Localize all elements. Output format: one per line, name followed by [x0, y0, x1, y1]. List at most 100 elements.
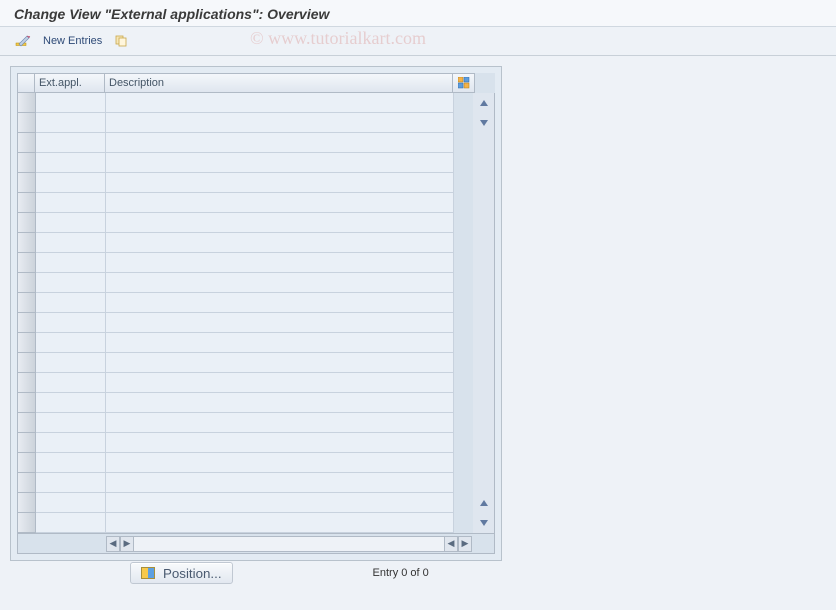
cell-description[interactable]: [106, 193, 454, 213]
row-selector[interactable]: [18, 373, 36, 393]
scroll-left-step-button[interactable]: ◀: [444, 536, 458, 552]
table-row: [36, 253, 473, 273]
position-icon: [141, 567, 155, 579]
cell-description[interactable]: [106, 413, 454, 433]
table-row: [36, 153, 473, 173]
cell-ext-appl[interactable]: [36, 293, 106, 313]
row-selector[interactable]: [18, 193, 36, 213]
table-row: [36, 373, 473, 393]
cell-ext-appl[interactable]: [36, 493, 106, 513]
scroll-right-step-button[interactable]: ▶: [120, 536, 134, 552]
position-button-label: Position...: [163, 566, 222, 581]
cell-description[interactable]: [106, 373, 454, 393]
column-header-description[interactable]: Description: [105, 73, 453, 93]
row-selector[interactable]: [18, 273, 36, 293]
cell-description[interactable]: [106, 313, 454, 333]
cell-description[interactable]: [106, 353, 454, 373]
row-selector[interactable]: [18, 133, 36, 153]
row-selector[interactable]: [18, 173, 36, 193]
table-row: [36, 493, 473, 513]
select-all-header[interactable]: [17, 73, 35, 93]
row-selector[interactable]: [18, 253, 36, 273]
vertical-scrollbar[interactable]: [473, 93, 495, 533]
cell-ext-appl[interactable]: [36, 313, 106, 333]
cell-description[interactable]: [106, 93, 454, 113]
cell-ext-appl[interactable]: [36, 413, 106, 433]
table-row: [36, 333, 473, 353]
row-selector[interactable]: [18, 433, 36, 453]
cell-description[interactable]: [106, 153, 454, 173]
horizontal-scroll-track[interactable]: [134, 536, 444, 552]
cell-description[interactable]: [106, 473, 454, 493]
cell-description[interactable]: [106, 133, 454, 153]
cell-ext-appl[interactable]: [36, 153, 106, 173]
cell-description[interactable]: [106, 293, 454, 313]
cell-description[interactable]: [106, 513, 454, 533]
cell-description[interactable]: [106, 213, 454, 233]
row-selector[interactable]: [18, 493, 36, 513]
scroll-down-step-button[interactable]: [474, 113, 494, 133]
scroll-right-button[interactable]: ▶: [458, 536, 472, 552]
copy-button[interactable]: [109, 31, 133, 51]
cell-ext-appl[interactable]: [36, 193, 106, 213]
cell-description[interactable]: [106, 253, 454, 273]
cell-ext-appl[interactable]: [36, 253, 106, 273]
table-settings-icon: [458, 77, 470, 89]
scroll-up-step-button[interactable]: [474, 493, 494, 513]
cell-description[interactable]: [106, 233, 454, 253]
column-header-ext-appl[interactable]: Ext.appl.: [35, 73, 105, 93]
cell-ext-appl[interactable]: [36, 273, 106, 293]
scroll-down-button[interactable]: [474, 513, 494, 533]
row-selector[interactable]: [18, 213, 36, 233]
cell-ext-appl[interactable]: [36, 433, 106, 453]
row-selector[interactable]: [18, 513, 36, 533]
table-row: [36, 273, 473, 293]
row-selector[interactable]: [18, 353, 36, 373]
row-selector[interactable]: [18, 113, 36, 133]
row-selector[interactable]: [18, 293, 36, 313]
table-panel: Ext.appl. Description: [10, 66, 502, 561]
cell-description[interactable]: [106, 333, 454, 353]
cell-description[interactable]: [106, 493, 454, 513]
cell-ext-appl[interactable]: [36, 233, 106, 253]
row-selector[interactable]: [18, 393, 36, 413]
cell-description[interactable]: [106, 433, 454, 453]
cell-description[interactable]: [106, 453, 454, 473]
position-button[interactable]: Position...: [130, 562, 233, 584]
cell-description[interactable]: [106, 273, 454, 293]
cell-ext-appl[interactable]: [36, 473, 106, 493]
row-selector[interactable]: [18, 453, 36, 473]
cell-ext-appl[interactable]: [36, 93, 106, 113]
cell-ext-appl[interactable]: [36, 133, 106, 153]
cell-ext-appl[interactable]: [36, 173, 106, 193]
cell-ext-appl[interactable]: [36, 353, 106, 373]
cell-ext-appl[interactable]: [36, 213, 106, 233]
chevron-down-icon: [480, 520, 488, 526]
row-selector[interactable]: [18, 153, 36, 173]
new-entries-button[interactable]: New Entries: [38, 32, 107, 50]
row-selector[interactable]: [18, 473, 36, 493]
cell-description[interactable]: [106, 173, 454, 193]
row-selector[interactable]: [18, 313, 36, 333]
row-selector[interactable]: [18, 413, 36, 433]
cell-ext-appl[interactable]: [36, 113, 106, 133]
table-row: [36, 193, 473, 213]
horizontal-scrollbar[interactable]: ◀ ▶ ◀ ▶: [17, 534, 495, 554]
cell-description[interactable]: [106, 393, 454, 413]
row-selector[interactable]: [18, 93, 36, 113]
cell-ext-appl[interactable]: [36, 513, 106, 533]
cell-ext-appl[interactable]: [36, 333, 106, 353]
row-selector[interactable]: [18, 333, 36, 353]
cell-ext-appl[interactable]: [36, 453, 106, 473]
table-row: [36, 133, 473, 153]
scroll-up-button[interactable]: [474, 93, 494, 113]
toggle-edit-button[interactable]: [10, 31, 36, 51]
cell-description[interactable]: [106, 113, 454, 133]
cell-ext-appl[interactable]: [36, 393, 106, 413]
table: Ext.appl. Description: [17, 73, 495, 554]
row-selector[interactable]: [18, 233, 36, 253]
cell-ext-appl[interactable]: [36, 373, 106, 393]
entry-status: Entry 0 of 0: [373, 567, 429, 579]
table-settings-button[interactable]: [453, 73, 475, 93]
scroll-left-button[interactable]: ◀: [106, 536, 120, 552]
